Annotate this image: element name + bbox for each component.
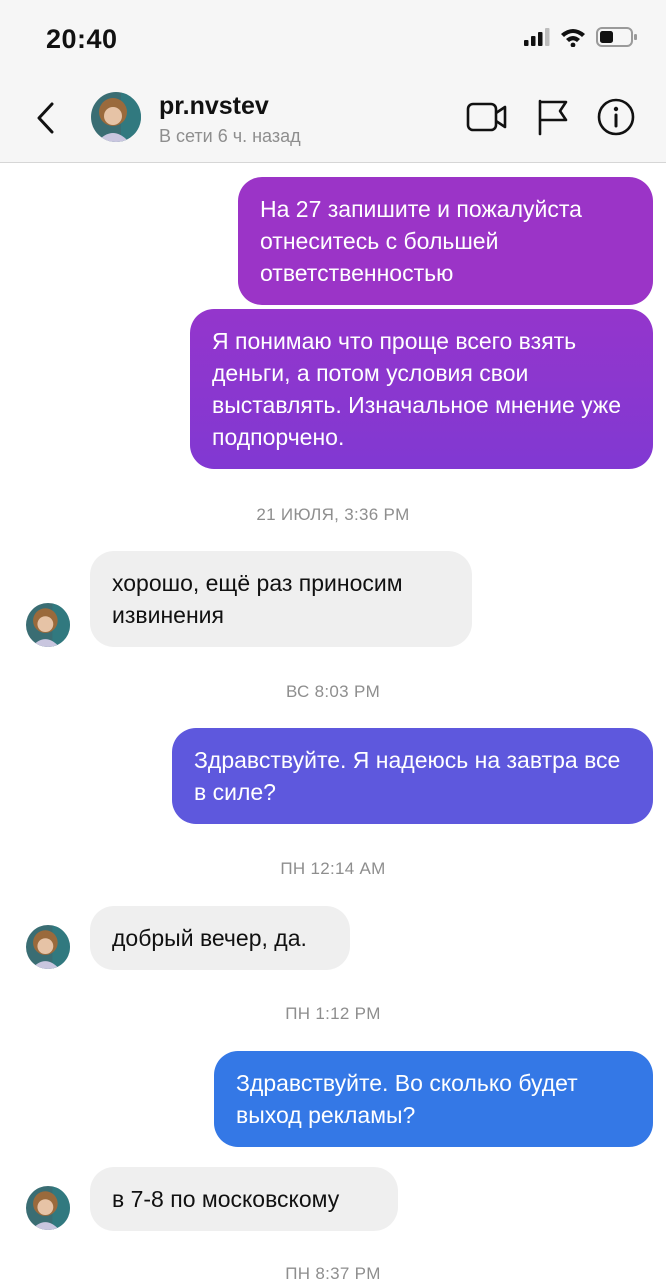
presence-status: В сети 6 ч. назад <box>159 126 301 146</box>
avatar-image <box>91 92 141 142</box>
direct-message-screen: 20:40 pr.nvstev В сети 6 ч. назад На 27 … <box>0 0 666 1280</box>
info-icon[interactable] <box>596 97 636 137</box>
video-call-icon[interactable] <box>466 98 508 136</box>
timestamp: 21 ИЮЛЯ, 3:36 PM <box>256 505 410 524</box>
avatar[interactable] <box>26 603 70 647</box>
wifi-icon <box>561 29 585 47</box>
timestamp: ВС 8:03 PM <box>285 682 381 701</box>
chat-header: pr.nvstev В сети 6 ч. назад <box>0 80 666 163</box>
incoming-message[interactable]: в 7-8 по московскому <box>90 1167 398 1231</box>
incoming-message[interactable]: хорошо, ещё раз приносим извинения <box>90 551 472 647</box>
timestamp: ПН 1:12 PM <box>285 1004 381 1023</box>
outgoing-message[interactable]: Здравствуйте. Я надеюсь на завтра все в … <box>172 728 653 824</box>
avatar[interactable] <box>26 925 70 969</box>
avatar[interactable] <box>91 92 141 142</box>
timestamp: ПН 8:37 PM <box>285 1264 381 1280</box>
back-chevron-icon[interactable] <box>30 98 60 138</box>
status-time: 20:40 <box>46 24 118 54</box>
avatar-image <box>26 925 70 969</box>
flag-icon[interactable] <box>536 98 570 136</box>
avatar[interactable] <box>26 1186 70 1230</box>
timestamp: ПН 12:14 AM <box>280 859 386 878</box>
battery-icon <box>596 27 637 47</box>
status-icons <box>524 26 638 48</box>
status-bar: 20:40 <box>0 0 666 80</box>
incoming-message[interactable]: добрый вечер, да. <box>90 906 350 970</box>
avatar-image <box>26 1186 70 1230</box>
outgoing-message[interactable]: Здравствуйте. Во сколько будет выход рек… <box>214 1051 653 1147</box>
chat-username[interactable]: pr.nvstev <box>159 92 269 121</box>
outgoing-message[interactable]: Я понимаю что проще всего взять деньги, … <box>190 309 653 469</box>
signal-icon <box>524 28 550 46</box>
outgoing-message[interactable]: На 27 запишите и пожалуйста отнеситесь с… <box>238 177 653 305</box>
avatar-image <box>26 603 70 647</box>
